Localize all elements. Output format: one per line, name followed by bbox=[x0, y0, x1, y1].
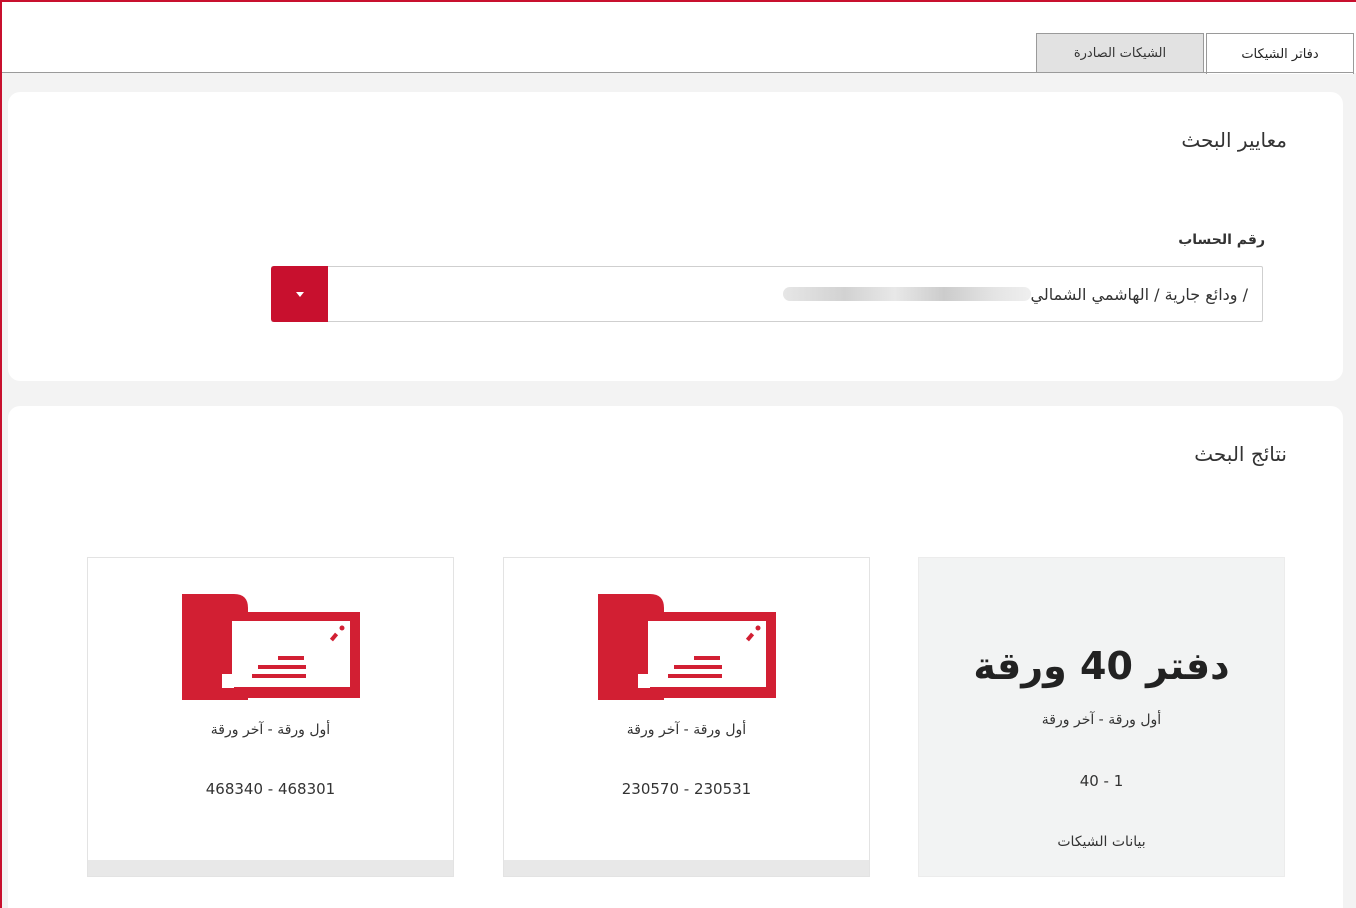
account-dropdown-button[interactable] bbox=[271, 266, 328, 322]
account-select[interactable]: / ودائع جارية / الهاشمي الشمالي bbox=[271, 266, 1263, 322]
account-number-label: رقم الحساب bbox=[1178, 232, 1265, 248]
chevron-down-icon bbox=[295, 291, 304, 297]
card-footer bbox=[88, 860, 453, 876]
window-top-border bbox=[0, 0, 1356, 2]
cheque-book-icon bbox=[182, 594, 360, 700]
range-value: 40 - 1 bbox=[1079, 772, 1124, 790]
search-results-title: نتائج البحث bbox=[1194, 442, 1287, 466]
range-value: 230570 - 230531 bbox=[621, 780, 752, 798]
cheque-details-link[interactable]: بيانات الشيكات bbox=[919, 834, 1284, 850]
range-label: أول ورقة - آخر ورقة bbox=[626, 722, 747, 738]
tab-issued-cheques[interactable]: الشيكات الصادرة bbox=[1036, 33, 1204, 73]
range-label: أول ورقة - آخر ورقة bbox=[210, 722, 331, 738]
cheque-book-summary-card: دفتر 40 ورقة أول ورقة - آخر ورقة 40 - 1 … bbox=[918, 557, 1285, 877]
range-label: أول ورقة - آخر ورقة bbox=[1041, 712, 1162, 728]
card-footer bbox=[504, 860, 869, 876]
search-results-card: نتائج البحث دفتر 40 ورقة أول ورقة - آخر … bbox=[8, 406, 1343, 908]
search-criteria-title: معايير البحث bbox=[1181, 128, 1287, 152]
account-select-text: / ودائع جارية / الهاشمي الشمالي bbox=[1030, 284, 1249, 304]
cheque-book-heading: دفتر 40 ورقة bbox=[973, 644, 1230, 688]
masked-account-number bbox=[782, 287, 1031, 301]
tabs-divider bbox=[2, 72, 1354, 73]
account-select-value: / ودائع جارية / الهاشمي الشمالي bbox=[779, 267, 1249, 321]
cheque-book-card[interactable]: أول ورقة - آخر ورقة 468340 - 468301 bbox=[87, 557, 454, 877]
range-value: 468340 - 468301 bbox=[205, 780, 336, 798]
cheque-book-icon bbox=[598, 594, 776, 700]
search-criteria-card: معايير البحث رقم الحساب / ودائع جارية / … bbox=[8, 92, 1343, 381]
cheque-book-card[interactable]: أول ورقة - آخر ورقة 230570 - 230531 bbox=[503, 557, 870, 877]
tab-cheque-books[interactable]: دفاتر الشيكات bbox=[1206, 33, 1354, 74]
